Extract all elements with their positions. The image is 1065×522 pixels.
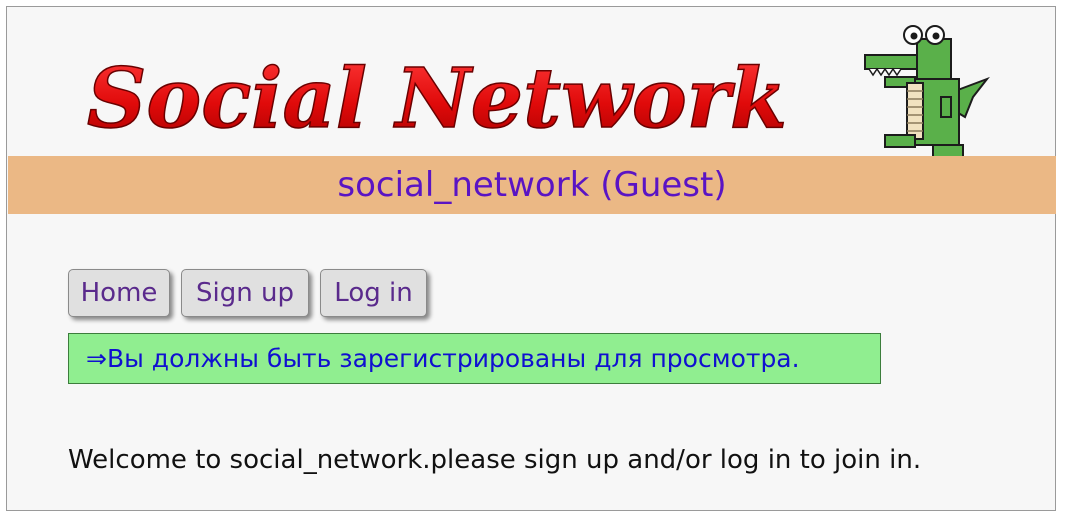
welcome-message: Welcome to social_network.please sign up… (68, 445, 922, 475)
logo-text: Social Network (87, 51, 787, 147)
log-in-button[interactable]: Log in (320, 269, 427, 317)
page-frame: Social Network social_network (Guest) Ho… (6, 6, 1056, 511)
login-required-notice: ⇒Вы должны быть зарегистрированы для про… (68, 333, 881, 384)
nav-bar: Home Sign up Log in (68, 269, 427, 317)
banner-title: social_network (Guest) (337, 165, 727, 205)
crocodile-mascot-icon (855, 21, 995, 161)
site-banner: social_network (Guest) (8, 156, 1056, 214)
logo-wordmark: Social Network (86, 50, 788, 148)
home-button[interactable]: Home (68, 269, 170, 317)
sign-up-button[interactable]: Sign up (181, 269, 309, 317)
site-logo: Social Network (83, 43, 803, 153)
notice-text: ⇒Вы должны быть зарегистрированы для про… (86, 344, 800, 373)
